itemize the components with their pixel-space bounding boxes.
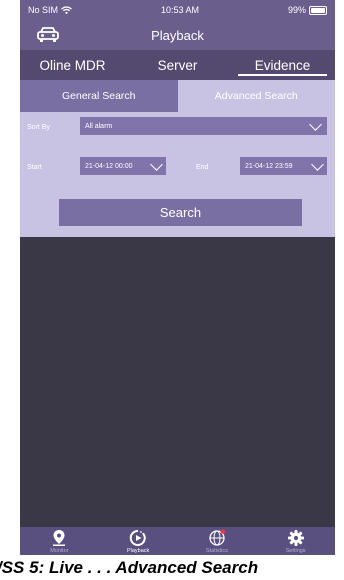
carrier-label: No SIM <box>28 5 59 15</box>
start-time-value: 21-04-12 00:00 <box>85 162 133 170</box>
chevron-down-icon <box>311 158 324 171</box>
tab-server[interactable]: Server <box>125 50 230 80</box>
globe-icon <box>209 529 226 546</box>
wifi-icon <box>61 6 72 14</box>
start-label: Start <box>27 164 42 171</box>
figure-caption: /SS 5: Live . . . Advanced Search <box>0 558 259 577</box>
search-form: Sort By All alarm Start 21-04-12 00:00 E… <box>20 112 335 237</box>
top-tabs: Oline MDR Server Evidence <box>20 50 335 80</box>
bottom-tab-monitor[interactable]: Monitor <box>20 527 99 555</box>
bottom-tab-label: Monitor <box>50 548 69 554</box>
results-area <box>20 237 335 527</box>
status-bar: No SIM 10:53 AM 99% <box>20 0 335 20</box>
bottom-tab-playback[interactable]: Playback <box>99 527 178 555</box>
page-title: Playback <box>151 27 204 43</box>
nav-bar: Playback <box>20 20 335 50</box>
chevron-down-icon <box>150 158 163 171</box>
map-pin-icon <box>53 530 66 546</box>
car-icon[interactable] <box>36 26 60 44</box>
sort-by-select[interactable]: All alarm <box>80 117 327 135</box>
bottom-tab-label: Playback <box>126 548 150 554</box>
chevron-down-icon <box>309 118 322 131</box>
tab-general-search[interactable]: General Search <box>20 80 178 112</box>
battery-icon <box>309 5 327 15</box>
tab-evidence[interactable]: Evidence <box>230 50 335 80</box>
tab-advanced-search[interactable]: Advanced Search <box>177 80 335 112</box>
search-button[interactable]: Search <box>59 199 302 226</box>
playback-icon <box>129 529 146 546</box>
status-right: 99% <box>288 5 327 15</box>
phone-screen: No SIM 10:53 AM 99% Playback Oline MDR S… <box>20 0 335 555</box>
bottom-tab-label: Settings <box>285 548 306 554</box>
end-label: End <box>196 164 209 171</box>
tab-online-mdr[interactable]: Oline MDR <box>20 50 125 80</box>
sort-by-label: Sort By <box>27 124 50 131</box>
gear-icon <box>287 530 304 546</box>
bottom-tab-bar: Monitor Playback Statistics Settings <box>20 527 335 555</box>
bottom-tab-settings[interactable]: Settings <box>256 527 335 555</box>
sort-by-value: All alarm <box>85 122 113 130</box>
battery-percent: 99% <box>287 5 306 15</box>
end-time-select[interactable]: 21-04-12 23:59 <box>240 157 327 175</box>
clock-label: 10:53 AM <box>160 5 200 15</box>
status-left: No SIM <box>28 5 72 15</box>
end-time-value: 21-04-12 23:59 <box>245 162 293 170</box>
bottom-tab-label: Statistics <box>205 548 228 554</box>
start-time-select[interactable]: 21-04-12 00:00 <box>80 157 166 175</box>
search-mode-tabs: General Search Advanced Search <box>20 80 335 112</box>
bottom-tab-statistics[interactable]: Statistics <box>178 527 257 555</box>
